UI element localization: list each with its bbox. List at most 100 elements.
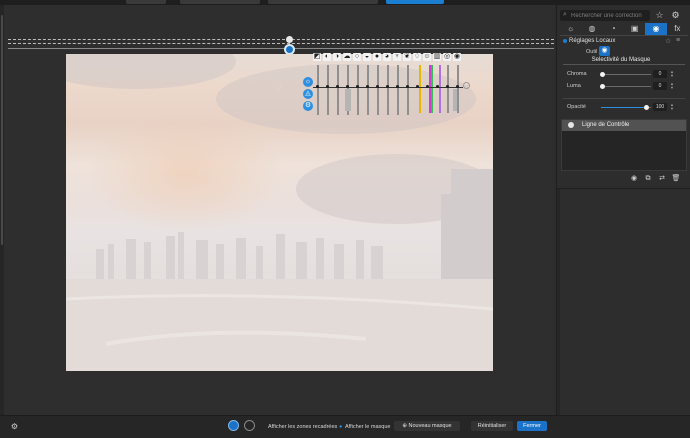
control-line-handle[interactable] xyxy=(286,36,293,43)
tab-fx-icon[interactable]: fx xyxy=(667,23,688,35)
moon-icon[interactable]: ◒ xyxy=(363,53,371,61)
mask-end-handle-icon[interactable]: → xyxy=(463,82,470,89)
canvas-area[interactable]: ⁄ ☼ ◬ ⚙ ◩ ◐ ◑ ☁ ○ ◒ ● ◕ ♆ ❦ ♢ ☺ ▥ ◎ ◉ → xyxy=(4,5,554,415)
tab-light-icon[interactable]: ☼ xyxy=(560,23,581,35)
half-circle-icon[interactable]: ◐ xyxy=(323,53,331,61)
mask-slider[interactable] xyxy=(447,65,449,113)
mask-point[interactable] xyxy=(316,85,319,88)
mask-slider[interactable] xyxy=(327,65,329,115)
overlay-toggle[interactable] xyxy=(244,420,255,431)
mask-point[interactable] xyxy=(346,85,349,88)
opacity-value[interactable]: 100 xyxy=(653,103,667,111)
contrast-icon[interactable]: ◑ xyxy=(333,53,341,61)
toolbar-button[interactable] xyxy=(180,0,260,4)
chroma-value[interactable]: 0 xyxy=(653,70,667,78)
chroma-stepper[interactable]: ▲ ▼ xyxy=(669,70,675,78)
chroma-slider-track[interactable] xyxy=(601,74,651,75)
menu-icon[interactable]: ≡ xyxy=(676,37,680,44)
luma-stepper[interactable]: ▲ ▼ xyxy=(669,82,675,90)
mask-slider-fill xyxy=(345,89,351,111)
swap-icon[interactable]: ⇄ xyxy=(657,174,667,183)
mask-point[interactable] xyxy=(406,85,409,88)
circle-icon[interactable]: ○ xyxy=(353,53,361,61)
mask-point[interactable] xyxy=(456,85,459,88)
local-adjustments-header[interactable]: Réglages Locaux ☆ ≡ xyxy=(561,37,689,46)
mask-slider[interactable] xyxy=(457,65,459,113)
show-cropped-areas-label[interactable]: Afficher les zones recadrées xyxy=(268,424,337,430)
toolbar-highlight-button[interactable] xyxy=(386,0,444,4)
opacity-stepper[interactable]: ▲ ▼ xyxy=(669,103,675,111)
eye-icon[interactable]: ◉ xyxy=(629,174,639,183)
mask-mode-chroma-button[interactable]: ◬ xyxy=(303,89,313,99)
mask-tool-button[interactable]: ◉ xyxy=(599,46,610,56)
cloud-icon[interactable]: ☁ xyxy=(343,53,351,61)
mask-mode-settings-button[interactable]: ⚙ xyxy=(303,101,313,111)
drop-icon[interactable]: ♢ xyxy=(413,53,421,61)
target-icon[interactable]: ◉ xyxy=(453,53,461,61)
chroma-slider-knob[interactable] xyxy=(600,72,605,77)
toolbar-button[interactable] xyxy=(126,0,166,4)
tabs-divider xyxy=(560,35,688,36)
close-button[interactable]: Fermer xyxy=(517,421,547,431)
opacity-slider-knob[interactable] xyxy=(644,105,649,110)
tab-geometry-icon[interactable]: ▣ xyxy=(624,23,645,35)
building-icon[interactable]: ▥ xyxy=(433,53,441,61)
settings-icon[interactable]: ⚙ xyxy=(10,422,19,431)
luma-value[interactable]: 0 xyxy=(653,82,667,90)
luma-slider-knob[interactable] xyxy=(600,84,605,89)
settings-icon[interactable]: ⚙ xyxy=(670,10,681,21)
mask-point[interactable] xyxy=(336,85,339,88)
hue-violet-line[interactable] xyxy=(439,65,441,113)
mask-point[interactable] xyxy=(366,85,369,88)
mask-point[interactable] xyxy=(376,85,379,88)
mask-point[interactable] xyxy=(396,85,399,88)
show-mask-label[interactable]: Afficher le masque xyxy=(345,424,390,430)
visibility-icon[interactable] xyxy=(568,122,574,128)
tab-color-icon[interactable]: ◍ xyxy=(581,23,602,35)
mask-slider[interactable] xyxy=(337,65,339,115)
mask-slider[interactable] xyxy=(317,65,319,115)
toolbar-button[interactable] xyxy=(268,0,378,4)
control-line-guide[interactable] xyxy=(8,48,554,49)
mask-point[interactable] xyxy=(446,85,449,88)
hue-green-line[interactable] xyxy=(431,65,433,113)
control-line-guide[interactable] xyxy=(8,39,554,40)
search-box: ⌕ xyxy=(560,10,650,21)
right-panel-scrollbar[interactable] xyxy=(557,189,560,415)
mask-slider[interactable] xyxy=(407,65,409,115)
tab-local-adjust-icon[interactable]: ◉ xyxy=(645,23,667,35)
dark-circle-icon[interactable]: ● xyxy=(373,53,381,61)
mask-point[interactable] xyxy=(416,85,419,88)
mask-point[interactable] xyxy=(426,85,429,88)
reset-button[interactable]: Réinitialiser xyxy=(471,421,513,431)
trash-icon[interactable]: 🗑 xyxy=(671,174,681,183)
layer-row[interactable]: Ligne de Contrôle xyxy=(562,120,686,131)
mask-view-toggle[interactable] xyxy=(228,420,239,431)
gradient-icon[interactable]: ◩ xyxy=(313,53,321,61)
mask-point[interactable] xyxy=(356,85,359,88)
sky-icon[interactable]: ◎ xyxy=(443,53,451,61)
filled-circle-icon[interactable]: ◕ xyxy=(383,53,391,61)
duplicate-icon[interactable]: ⧉ xyxy=(643,174,653,183)
hue-yellow-line[interactable] xyxy=(419,65,421,113)
search-input[interactable] xyxy=(571,11,647,20)
mask-slider[interactable] xyxy=(387,65,389,115)
leaf-icon[interactable]: ❦ xyxy=(403,53,411,61)
tree-icon[interactable]: ♆ xyxy=(393,53,401,61)
mask-point[interactable] xyxy=(386,85,389,88)
luma-slider-track[interactable] xyxy=(601,86,651,87)
control-line-guide[interactable] xyxy=(8,43,554,44)
mask-point[interactable] xyxy=(436,85,439,88)
tab-detail-icon[interactable]: ◔ xyxy=(603,23,624,35)
mask-slider[interactable] xyxy=(367,65,369,115)
new-mask-button[interactable]: ⊕ Nouveau masque xyxy=(394,421,460,431)
mask-slider[interactable] xyxy=(357,65,359,115)
star-icon[interactable]: ☆ xyxy=(654,10,665,21)
preset-star-icon[interactable]: ☆ xyxy=(665,37,671,45)
scroll-thumb[interactable] xyxy=(1,15,3,245)
mask-slider[interactable] xyxy=(397,65,399,115)
skin-icon[interactable]: ☺ xyxy=(423,53,431,61)
mask-slider[interactable] xyxy=(377,65,379,115)
mask-mode-luminance-button[interactable]: ☼ xyxy=(303,77,313,87)
mask-point[interactable] xyxy=(326,85,329,88)
